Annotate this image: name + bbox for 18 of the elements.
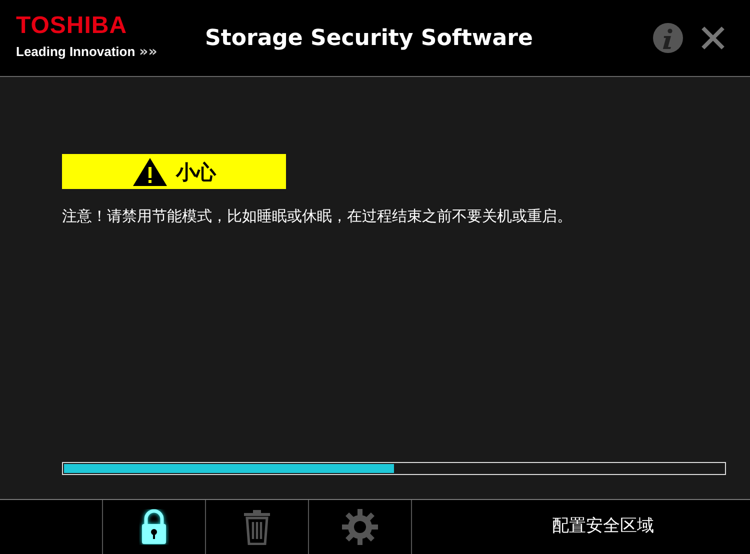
- trash-button[interactable]: [242, 509, 272, 545]
- caution-banner: 小心: [62, 154, 286, 189]
- close-button[interactable]: [700, 25, 726, 51]
- lock-button[interactable]: [139, 509, 169, 545]
- info-button[interactable]: [652, 22, 684, 54]
- close-icon: [700, 25, 726, 51]
- tagline: Leading Innovation: [16, 43, 136, 62]
- status-text: 配置安全区域: [552, 515, 654, 538]
- lock-icon: [139, 509, 169, 545]
- tagline-chevrons: »»: [139, 42, 158, 62]
- info-icon: [652, 22, 684, 54]
- brand-logo: TOSHIBA: [16, 14, 128, 38]
- trash-icon: [242, 509, 272, 545]
- gear-icon: [342, 509, 378, 545]
- warning-icon: [132, 156, 168, 186]
- gear-button[interactable]: [342, 509, 378, 545]
- window-title: Storage Security Software: [205, 24, 534, 52]
- warning-message: 注意！请禁用节能模式，比如睡眠或休眠，在过程结束之前不要关机或重启。: [62, 206, 573, 227]
